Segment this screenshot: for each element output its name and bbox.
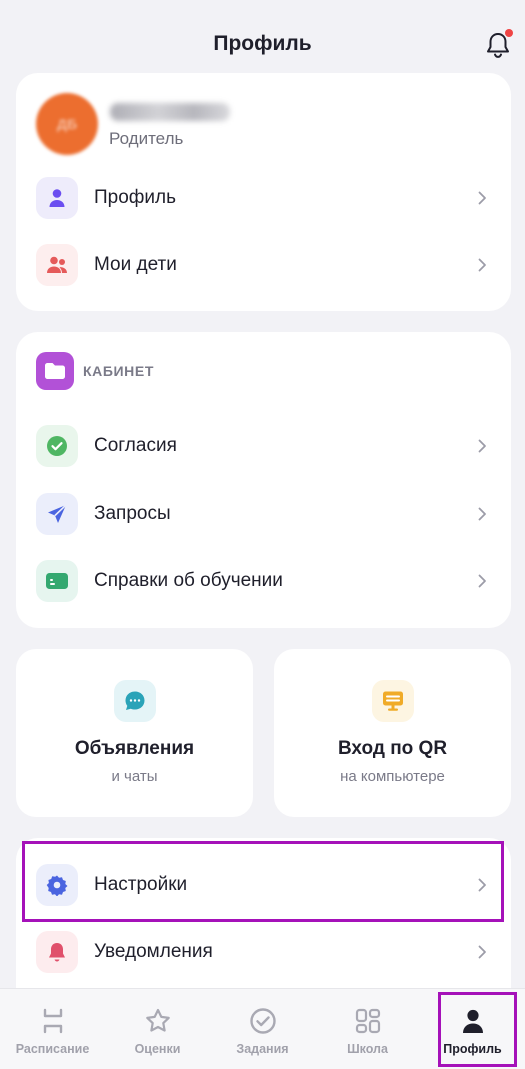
tab-assignments[interactable]: Задания	[210, 989, 315, 1069]
chat-bubble-icon	[114, 680, 156, 722]
check-circle-icon	[36, 425, 78, 467]
chevron-right-icon	[478, 878, 486, 892]
header: Профиль	[0, 0, 525, 72]
chevron-right-icon	[478, 191, 486, 205]
menu-item-profile[interactable]: Профиль	[16, 170, 511, 226]
gear-icon	[36, 864, 78, 906]
send-icon	[36, 493, 78, 535]
chevron-right-icon	[478, 439, 486, 453]
menu-item-requests[interactable]: Запросы	[16, 486, 511, 542]
tab-label: Профиль	[443, 1042, 502, 1056]
star-icon	[145, 1008, 170, 1032]
menu-item-label: Согласия	[94, 435, 177, 456]
tab-label: Расписание	[15, 1042, 90, 1056]
menu-item-label: Мои дети	[94, 254, 177, 275]
tile-title: Объявления	[74, 738, 195, 759]
menu-item-consents[interactable]: Согласия	[16, 418, 511, 474]
menu-item-label: Профиль	[94, 187, 177, 208]
user-name-blurred	[110, 103, 230, 121]
chevron-right-icon	[478, 945, 486, 959]
children-icon	[36, 244, 78, 286]
chevron-right-icon	[478, 507, 486, 521]
menu-item-settings[interactable]: Настройки	[16, 857, 511, 913]
tile-announcements[interactable]: Объявления и чаты	[16, 649, 253, 817]
cabinet-card: КАБИНЕТ Согласия Запросы Справки об обуч…	[16, 332, 511, 628]
menu-item-my-children[interactable]: Мои дети	[16, 237, 511, 293]
menu-item-label: Запросы	[94, 503, 171, 524]
tab-grades[interactable]: Оценки	[105, 989, 210, 1069]
tab-schedule[interactable]: Расписание	[0, 989, 105, 1069]
user-role: Родитель	[109, 129, 184, 148]
tab-label: Задания	[236, 1042, 289, 1056]
menu-item-certificates[interactable]: Справки об обучении	[16, 553, 511, 609]
notification-dot	[505, 29, 513, 37]
avatar[interactable]: ДБ	[36, 93, 98, 155]
schedule-icon	[43, 1008, 62, 1034]
check-circle-icon	[249, 1008, 276, 1034]
menu-item-label: Настройки	[94, 874, 188, 895]
chevron-right-icon	[478, 574, 486, 588]
tab-profile[interactable]: Профиль	[420, 989, 525, 1069]
notifications-bell-icon[interactable]	[485, 29, 513, 60]
menu-item-label: Справки об обучении	[94, 570, 283, 591]
grid-icon	[355, 1008, 380, 1034]
section-title: КАБИНЕТ	[83, 363, 154, 379]
menu-item-notifications[interactable]: Уведомления	[16, 924, 511, 980]
tile-qr-login[interactable]: Вход по QR на компьютере	[274, 649, 511, 817]
tab-bar: Расписание Оценки Задания Школа Профиль	[0, 988, 525, 1069]
tab-school[interactable]: Школа	[315, 989, 420, 1069]
tab-label: Оценки	[134, 1042, 181, 1056]
tab-label: Школа	[347, 1042, 388, 1056]
folder-icon	[36, 352, 74, 390]
certificate-icon	[36, 560, 78, 602]
tile-title: Вход по QR	[337, 738, 448, 759]
person-icon	[462, 1009, 483, 1033]
person-icon	[36, 177, 78, 219]
bell-icon	[36, 931, 78, 973]
chevron-right-icon	[478, 258, 486, 272]
page-title: Профиль	[213, 32, 312, 55]
computer-icon	[372, 680, 414, 722]
menu-item-label: Уведомления	[94, 941, 213, 962]
tile-subtitle: и чаты	[111, 768, 158, 785]
tile-subtitle: на компьютере	[340, 768, 445, 785]
profile-card: ДБ Родитель Профиль Мои дети	[16, 73, 511, 311]
